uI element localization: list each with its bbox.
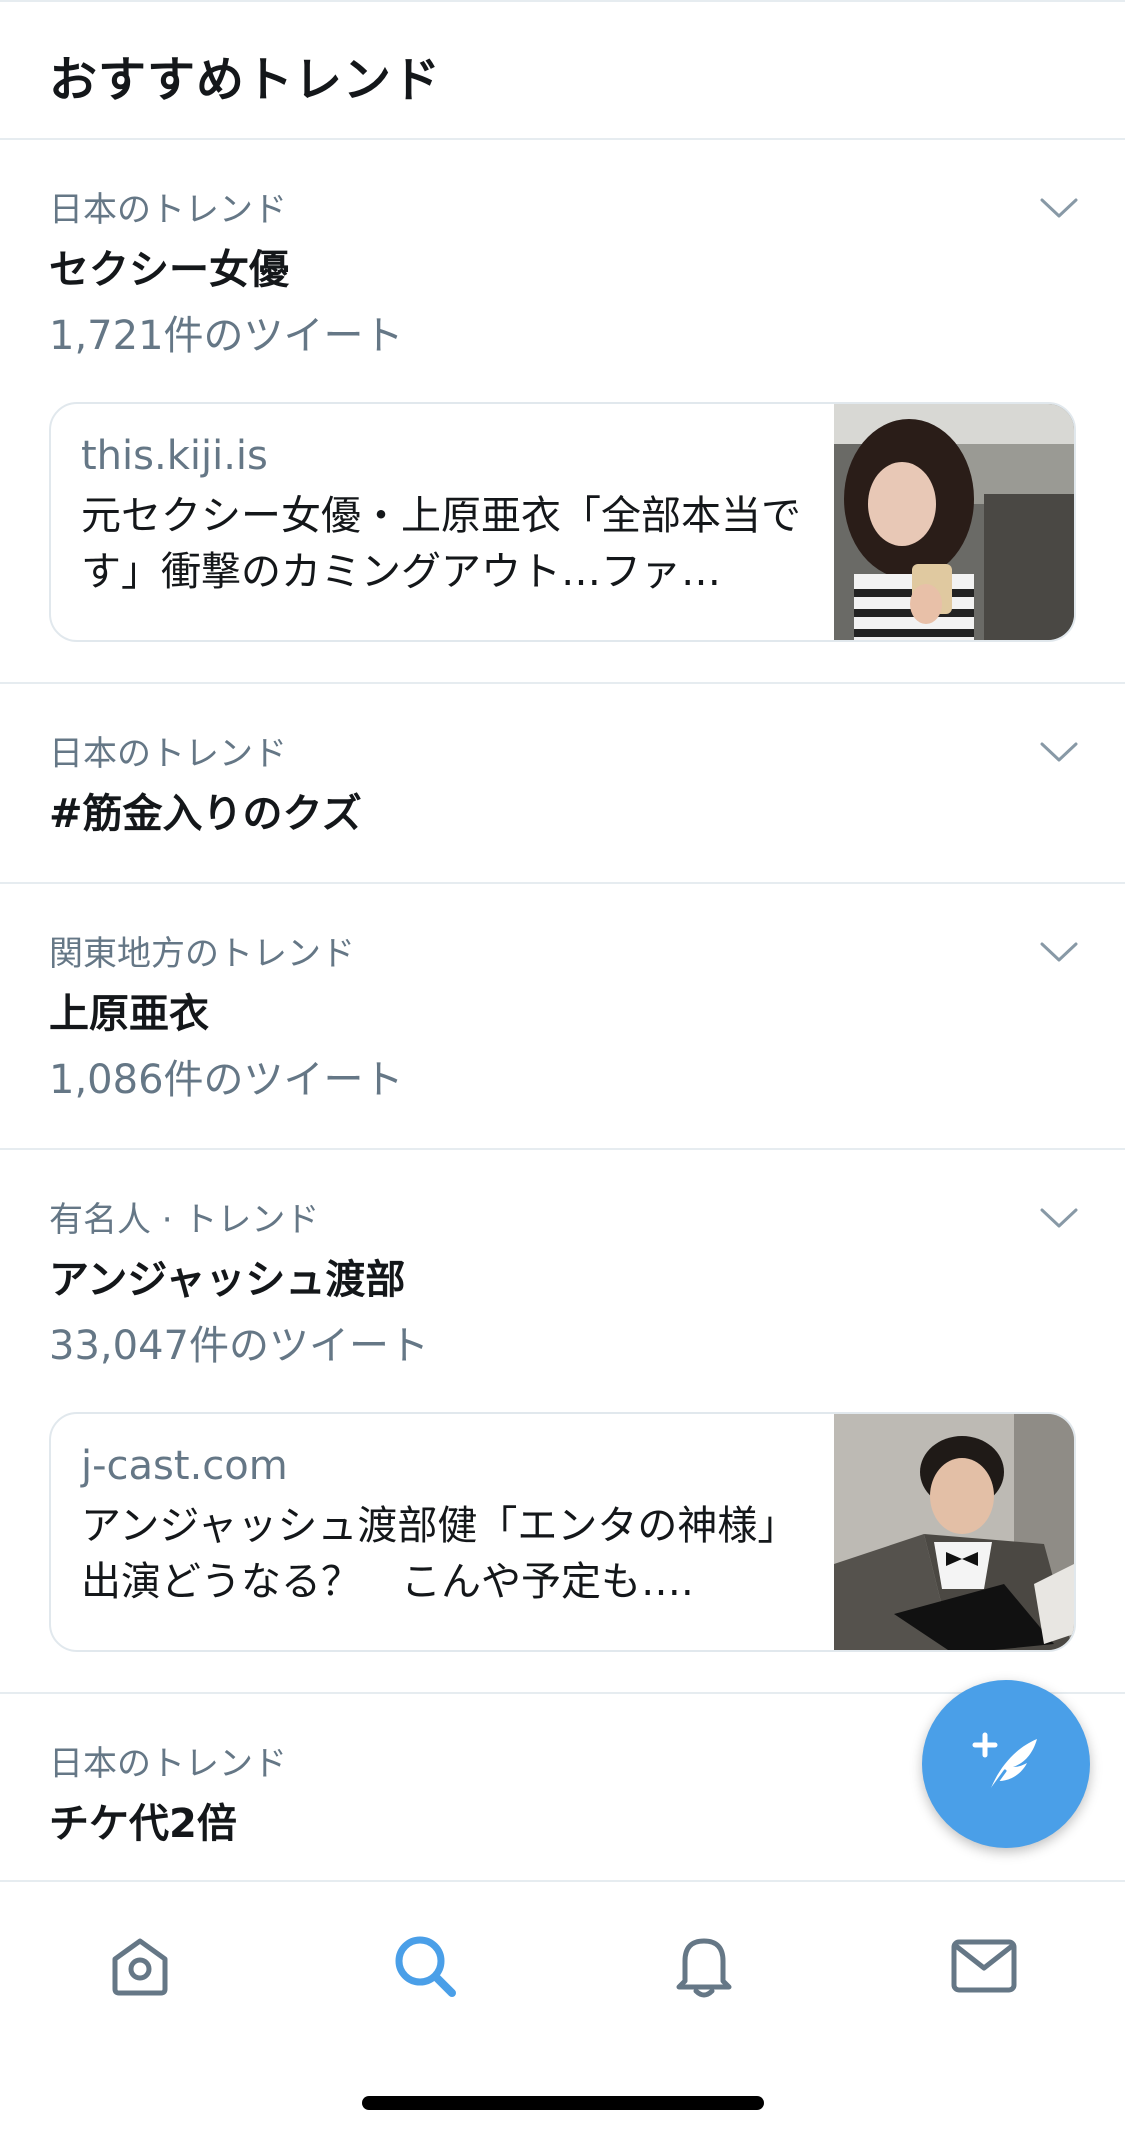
news-domain: j-cast.com — [81, 1443, 288, 1489]
news-card-text: j-cast.com アンジャッシュ渡部健「エンタの神様」出演どうなる？ こんや… — [51, 1414, 834, 1650]
bottom-tab-bar — [0, 1880, 1125, 2130]
trend-tweet-count: 33,047件のツイート — [49, 1323, 429, 1369]
trend-name: セクシー女優 — [49, 247, 289, 293]
explore-screen: おすすめトレンド 日本のトレンド セクシー女優 1,721件のツイート this… — [0, 0, 1125, 2130]
news-card[interactable]: this.kiji.is 元セクシー女優・上原亜衣「全部本当です」衝撃のカミング… — [49, 402, 1076, 642]
trend-name: チケ代2倍 — [49, 1801, 237, 1847]
mail-icon — [951, 1939, 1017, 1993]
trend-context: 有名人 · トレンド — [49, 1200, 320, 1240]
home-icon — [112, 1938, 168, 1996]
bell-icon — [676, 1938, 732, 1998]
trend-name: アンジャッシュ渡部 — [49, 1257, 406, 1303]
news-domain: this.kiji.is — [81, 433, 268, 479]
tab-notifications[interactable] — [664, 1926, 744, 2006]
trend-context: 関東地方のトレンド — [49, 934, 355, 974]
home-indicator[interactable] — [362, 2096, 764, 2110]
section-header: おすすめトレンド — [0, 2, 1125, 140]
search-icon — [395, 1936, 456, 1997]
trend-context: 日本のトレンド — [49, 734, 287, 774]
chevron-down-icon[interactable] — [1039, 196, 1079, 220]
chevron-down-icon[interactable] — [1039, 940, 1079, 964]
trend-tweet-count: 1,086件のツイート — [49, 1057, 404, 1103]
tab-home[interactable] — [100, 1926, 180, 2006]
chevron-down-icon[interactable] — [1039, 740, 1079, 764]
tab-messages[interactable] — [944, 1926, 1024, 2006]
page-title: おすすめトレンド — [49, 52, 442, 108]
news-thumbnail — [834, 404, 1074, 640]
trend-name: 上原亜衣 — [49, 991, 209, 1037]
trend-item[interactable]: 有名人 · トレンド アンジャッシュ渡部 33,047件のツイート j-cast… — [0, 1150, 1125, 1694]
trend-item[interactable]: 日本のトレンド #筋金入りのクズ — [0, 684, 1125, 884]
trend-context: 日本のトレンド — [49, 190, 287, 230]
trend-item[interactable]: 日本のトレンド セクシー女優 1,721件のツイート this.kiji.is … — [0, 140, 1125, 684]
news-headline: アンジャッシュ渡部健「エンタの神様」出演どうなる？ こんや予定も…. — [81, 1503, 798, 1605]
tab-search[interactable] — [385, 1926, 465, 2006]
news-card-text: this.kiji.is 元セクシー女優・上原亜衣「全部本当です」衝撃のカミング… — [51, 404, 834, 640]
compose-tweet-button[interactable] — [922, 1680, 1090, 1848]
news-card[interactable]: j-cast.com アンジャッシュ渡部健「エンタの神様」出演どうなる？ こんや… — [49, 1412, 1076, 1652]
trend-item[interactable]: 関東地方のトレンド 上原亜衣 1,086件のツイート — [0, 884, 1125, 1150]
news-headline: 元セクシー女優・上原亜衣「全部本当です」衝撃のカミングアウト…ファ… — [81, 493, 801, 595]
trend-name: #筋金入りのクズ — [49, 791, 362, 837]
news-thumbnail — [834, 1414, 1074, 1650]
trend-tweet-count: 1,721件のツイート — [49, 313, 404, 359]
compose-tweet-icon — [972, 1732, 1037, 1795]
chevron-down-icon[interactable] — [1039, 1206, 1079, 1230]
